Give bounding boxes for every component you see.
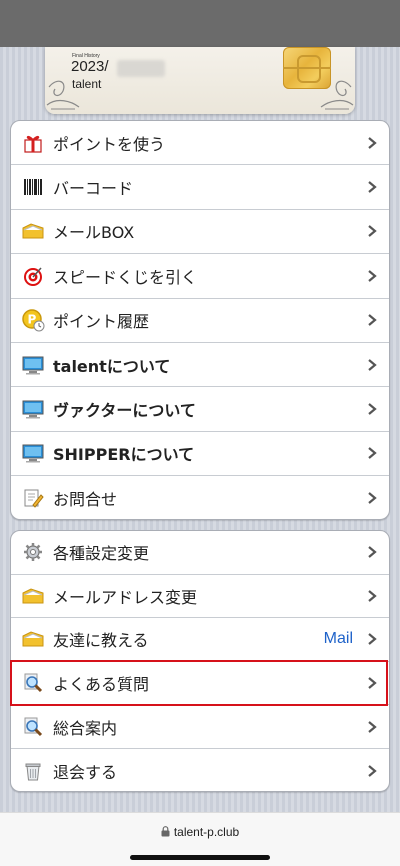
menu-item-label: お問合せ [53,490,118,510]
chevron-right-icon [368,314,377,327]
magnifier-icon [21,715,45,739]
chevron-right-icon [368,358,377,371]
mail-folder-icon [21,219,45,243]
menu-item-label: メールアドレス変更 [53,587,198,607]
chevron-right-icon [368,764,377,777]
chevron-right-icon [368,136,377,149]
card-chip-icon [283,47,331,89]
menu-item-label: ヴァクターについて [53,401,196,421]
menu-item-barcode[interactable]: バーコード [11,165,389,210]
mail-link[interactable]: Mail [324,630,353,648]
menu-item-label: スピードくじを引く [53,267,198,287]
chevron-right-icon [368,590,377,602]
menu-item-about-talent[interactable]: talentについて [11,343,389,388]
menu-item-tell-friend[interactable]: 友達に教える Mail [11,618,389,662]
menu-item-general-info[interactable]: 総合案内 [11,705,389,749]
menu-item-label: よくある質問 [53,675,150,695]
trash-icon [21,759,45,783]
main-menu: ポイントを使う バーコード メールBOX スピードくじを引く P ポイント履歴 … [10,120,390,520]
chevron-right-icon [368,225,377,238]
menu-item-use-points[interactable]: ポイントを使う [11,121,389,166]
address-bar[interactable]: talent-p.club [0,825,400,840]
url-text: talent-p.club [173,825,240,839]
barcode-icon [21,175,45,199]
mail-folder-icon [21,584,45,608]
member-card: Final History 2023/ talent [45,47,355,114]
chevron-right-icon [368,492,377,505]
monitor-icon [21,441,45,465]
menu-item-label: 総合案内 [53,718,118,738]
note-pencil-icon [21,486,45,510]
home-indicator[interactable] [130,855,270,860]
menu-item-faq[interactable]: よくある質問 [11,662,389,706]
menu-item-label: 友達に教える [53,631,149,651]
menu-item-label: バーコード [53,179,134,199]
menu-item-withdraw[interactable]: 退会する [11,749,389,791]
chevron-right-icon [368,181,377,193]
gear-icon [21,540,45,564]
status-bar [0,0,400,47]
chevron-right-icon [368,546,377,559]
monitor-icon [21,353,45,377]
card-redacted-number [117,60,165,77]
settings-menu: 各種設定変更 メールアドレス変更 友達に教える Mail よくある質問 総合案内 [10,530,390,792]
lock-icon [161,826,170,840]
menu-item-label: 各種設定変更 [53,544,150,564]
point-coin-icon: P [21,308,45,332]
menu-item-point-history[interactable]: P ポイント履歴 [11,299,389,343]
menu-item-about-vactor[interactable]: ヴァクターについて [11,387,389,432]
menu-item-label: SHIPPERについて [53,445,195,465]
menu-item-contact[interactable]: お問合せ [11,476,389,519]
chevron-right-icon [368,403,377,415]
chevron-right-icon [368,447,377,460]
menu-item-label: 退会する [53,762,118,782]
card-year: 2023/ [71,58,109,75]
menu-item-label: ポイントを使う [53,134,166,154]
chevron-right-icon [368,720,377,733]
menu-item-speed-lottery[interactable]: スピードくじを引く [11,254,389,299]
gift-icon [21,131,45,155]
menu-item-about-shipper[interactable]: SHIPPERについて [11,432,389,477]
chevron-right-icon [368,677,377,689]
menu-item-settings[interactable]: 各種設定変更 [11,531,389,575]
target-icon [21,264,45,288]
chevron-right-icon [368,633,377,646]
menu-item-label: メールBOX [53,223,135,243]
monitor-icon [21,397,45,421]
menu-item-label: ポイント履歴 [53,312,150,332]
magnifier-icon [21,671,45,695]
menu-item-label: talentについて [53,356,171,376]
mail-folder-icon [21,627,45,651]
card-holder-name: talent [72,77,102,91]
menu-item-change-email[interactable]: メールアドレス変更 [11,575,389,619]
browser-bottom-bar: talent-p.club [0,812,400,866]
menu-item-mailbox[interactable]: メールBOX [11,210,389,255]
chevron-right-icon [368,270,377,282]
